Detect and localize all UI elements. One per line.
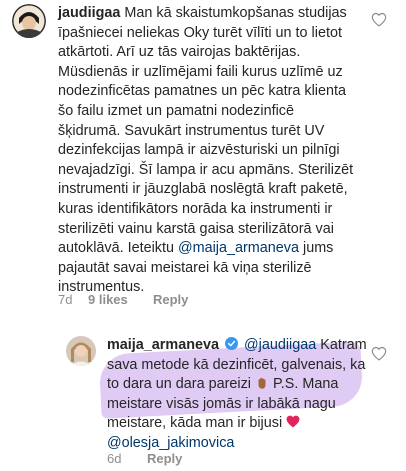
- reply-username[interactable]: maija_armaneva: [107, 337, 219, 353]
- comment-body-part1: Man kā skaistumkopšanas studijas īpašnie…: [58, 5, 354, 257]
- reply-button[interactable]: Reply: [153, 292, 188, 307]
- raised-hand-emoji-icon: [255, 376, 269, 390]
- likes-count[interactable]: 9 likes: [88, 292, 153, 307]
- comment-username[interactable]: jaudiigaa: [58, 5, 120, 21]
- comment-meta: 7d 9 likes Reply: [58, 292, 188, 307]
- red-heart-emoji-icon: [286, 415, 300, 428]
- avatar-jaudiigaa[interactable]: [12, 4, 46, 38]
- reply-mention-2[interactable]: @olesja_jakimovica: [107, 435, 234, 451]
- comment-text: jaudiigaa Man kā skaistumkopšanas studij…: [58, 4, 358, 298]
- verified-badge-icon: [225, 337, 239, 350]
- reply-like-heart-icon[interactable]: [371, 346, 387, 361]
- reply-reply-button[interactable]: Reply: [147, 451, 182, 466]
- reply-text: maija_armaneva @jaudiigaa Katram sava me…: [107, 336, 369, 454]
- reply-meta: 6d Reply: [107, 451, 182, 466]
- reply-time: 6d: [107, 451, 122, 466]
- comment-time: 7d: [58, 292, 73, 307]
- avatar-maija-armaneva[interactable]: [66, 336, 96, 366]
- comment-mention[interactable]: @maija_armaneva: [178, 240, 299, 256]
- reply-mention[interactable]: @jaudiigaa: [244, 337, 316, 353]
- like-heart-icon[interactable]: [371, 12, 387, 27]
